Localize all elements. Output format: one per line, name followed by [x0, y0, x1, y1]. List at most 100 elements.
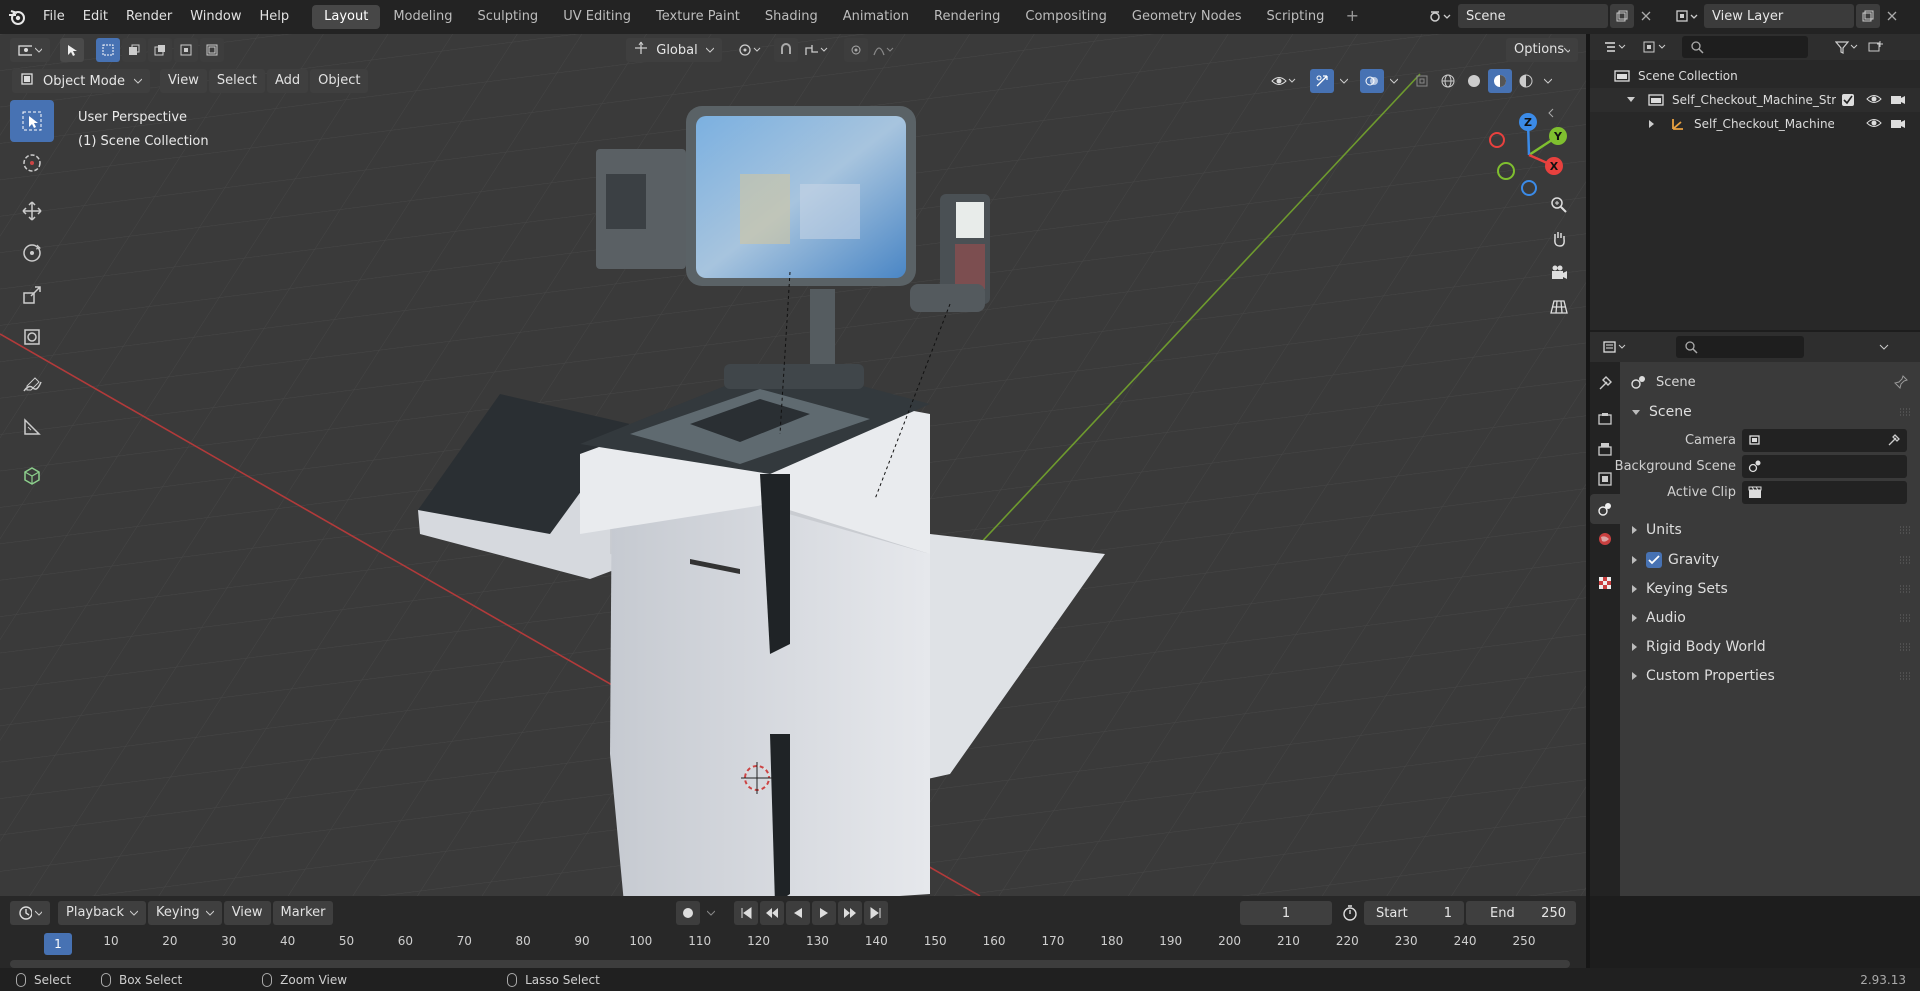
3d-viewport[interactable]: Global Options Object Mode View Select A… — [0, 34, 1586, 896]
viewport-menu-view[interactable]: View — [160, 69, 207, 93]
scale-tool-icon[interactable] — [10, 274, 54, 316]
gravity-panel-header[interactable]: Gravity — [1620, 546, 1920, 574]
delete-view-layer-icon[interactable] — [1880, 4, 1904, 28]
jump-to-end-icon[interactable] — [864, 901, 888, 925]
add-cube-tool-icon[interactable] — [10, 454, 54, 496]
drag-handle-icon[interactable] — [1900, 585, 1912, 593]
object-visibility-eye-icon[interactable] — [1866, 117, 1882, 132]
proportional-falloff-icon[interactable] — [868, 38, 898, 62]
menu-window[interactable]: Window — [181, 0, 250, 34]
measure-tool-icon[interactable] — [10, 406, 54, 448]
blender-logo-icon[interactable] — [0, 0, 34, 34]
proportional-editing-icon[interactable] — [844, 38, 868, 62]
object-visibility-icon[interactable] — [1266, 69, 1302, 93]
frame-ruler[interactable]: 1 10 20 30 40 50 60 70 80 90 100 110 120 130 140 150 160… — [0, 930, 1586, 958]
new-view-layer-icon[interactable] — [1856, 4, 1880, 28]
tab-rendering[interactable]: Rendering — [922, 5, 1012, 29]
tab-sculpting[interactable]: Sculpting — [465, 5, 550, 29]
keying-sets-panel-header[interactable]: Keying Sets — [1620, 575, 1920, 603]
menu-file[interactable]: File — [34, 0, 74, 34]
gizmo-dropdown-icon[interactable] — [1336, 69, 1352, 93]
jump-to-next-keyframe-icon[interactable] — [838, 901, 862, 925]
wireframe-shading-icon[interactable] — [1436, 69, 1460, 93]
tab-tool-icon[interactable] — [1590, 368, 1620, 398]
properties-editor-type-icon[interactable] — [1598, 335, 1634, 359]
tab-render-icon[interactable] — [1590, 404, 1620, 434]
view-layer-field[interactable]: View Layer — [1704, 4, 1854, 28]
menu-edit[interactable]: Edit — [74, 0, 117, 34]
annotate-tool-icon[interactable] — [10, 364, 54, 406]
select-new-icon[interactable] — [96, 38, 120, 62]
tab-layout[interactable]: Layout — [312, 5, 381, 29]
tab-animation[interactable]: Animation — [831, 5, 921, 29]
custom-properties-panel-header[interactable]: Custom Properties — [1620, 662, 1920, 690]
collection-include-checkbox[interactable] — [1842, 94, 1854, 106]
tab-modeling[interactable]: Modeling — [381, 5, 464, 29]
outliner-row-collection[interactable]: Self_Checkout_Machine_Stror — [1590, 88, 1920, 112]
audio-panel-header[interactable]: Audio — [1620, 604, 1920, 632]
outliner-row-scene-collection[interactable]: Scene Collection — [1590, 64, 1920, 88]
outliner-row-object[interactable]: Self_Checkout_Machine_ — [1590, 112, 1920, 136]
xray-toggle-icon[interactable] — [1410, 69, 1434, 93]
playback-menu[interactable]: Playback — [58, 901, 147, 925]
rigid-body-world-panel-header[interactable]: Rigid Body World — [1620, 633, 1920, 661]
properties-options-dropdown-icon[interactable] — [1872, 335, 1896, 359]
current-frame-indicator[interactable]: 1 — [44, 933, 72, 955]
material-preview-shading-icon[interactable] — [1488, 69, 1512, 93]
play-icon[interactable] — [812, 901, 836, 925]
timeline-scrollbar[interactable] — [10, 960, 1570, 968]
zoom-view-icon[interactable] — [1544, 190, 1574, 220]
solid-shading-icon[interactable] — [1462, 69, 1486, 93]
properties-search-input[interactable] — [1676, 336, 1804, 358]
neg-x-axis-icon[interactable] — [1489, 132, 1505, 148]
jump-to-start-icon[interactable] — [734, 901, 758, 925]
display-mode-icon[interactable] — [1638, 35, 1674, 59]
new-scene-icon[interactable] — [1610, 4, 1634, 28]
pan-view-icon[interactable] — [1544, 224, 1574, 254]
cursor-tool-icon[interactable] — [10, 142, 54, 184]
tab-uv-editing[interactable]: UV Editing — [551, 5, 643, 29]
rotate-tool-icon[interactable] — [10, 232, 54, 274]
viewport-menu-add[interactable]: Add — [266, 69, 309, 93]
transform-tool-icon[interactable] — [10, 316, 54, 358]
new-collection-icon[interactable] — [1866, 35, 1886, 59]
pin-icon[interactable] — [1894, 375, 1908, 389]
rendered-shading-icon[interactable] — [1514, 69, 1538, 93]
auto-keying-dropdown-icon[interactable] — [702, 901, 720, 925]
drag-handle-icon[interactable] — [1900, 556, 1912, 564]
scene-name-field[interactable]: Scene — [1458, 4, 1608, 28]
outliner-search-input[interactable] — [1682, 36, 1808, 58]
sidebar-toggle-icon[interactable] — [1544, 98, 1558, 128]
tab-scripting[interactable]: Scripting — [1255, 5, 1337, 29]
menu-render[interactable]: Render — [117, 0, 181, 34]
start-frame-field[interactable]: Start 1 — [1364, 901, 1464, 925]
gravity-checkbox[interactable] — [1646, 552, 1662, 568]
navigation-gizmo[interactable]: Z Y X — [1484, 110, 1574, 200]
gizmo-toggle-icon[interactable] — [1310, 69, 1334, 93]
drag-handle-icon[interactable] — [1900, 643, 1912, 651]
neg-z-axis-icon[interactable] — [1521, 180, 1537, 196]
tab-scene-icon[interactable] — [1590, 494, 1620, 524]
select-subtract-icon[interactable] — [148, 38, 172, 62]
outliner-editor-type-icon[interactable] — [1598, 35, 1634, 59]
current-frame-field[interactable]: 1 — [1240, 901, 1332, 925]
drag-handle-icon[interactable] — [1900, 614, 1912, 622]
active-clip-field[interactable] — [1742, 480, 1907, 504]
camera-view-icon[interactable] — [1544, 258, 1574, 288]
snap-target-icon[interactable] — [798, 38, 834, 62]
view-layer-browse-icon[interactable] — [1670, 4, 1704, 28]
auto-keying-icon[interactable] — [676, 901, 700, 925]
add-workspace-icon[interactable]: + — [1341, 6, 1363, 28]
select-mode-icon[interactable] — [60, 38, 84, 62]
viewport-menu-select[interactable]: Select — [208, 69, 265, 93]
tab-compositing[interactable]: Compositing — [1013, 5, 1119, 29]
jump-to-previous-keyframe-icon[interactable] — [760, 901, 784, 925]
editor-type-icon[interactable] — [10, 38, 50, 62]
menu-help[interactable]: Help — [251, 0, 299, 34]
viewport-menu-object[interactable]: Object — [310, 69, 369, 93]
snap-toggle-icon[interactable] — [774, 38, 798, 62]
select-extend-icon[interactable] — [122, 38, 146, 62]
keying-menu[interactable]: Keying — [148, 901, 222, 925]
expand-arrow-down-icon[interactable] — [1626, 96, 1636, 104]
transform-orientation-dropdown[interactable]: Global — [626, 38, 722, 62]
